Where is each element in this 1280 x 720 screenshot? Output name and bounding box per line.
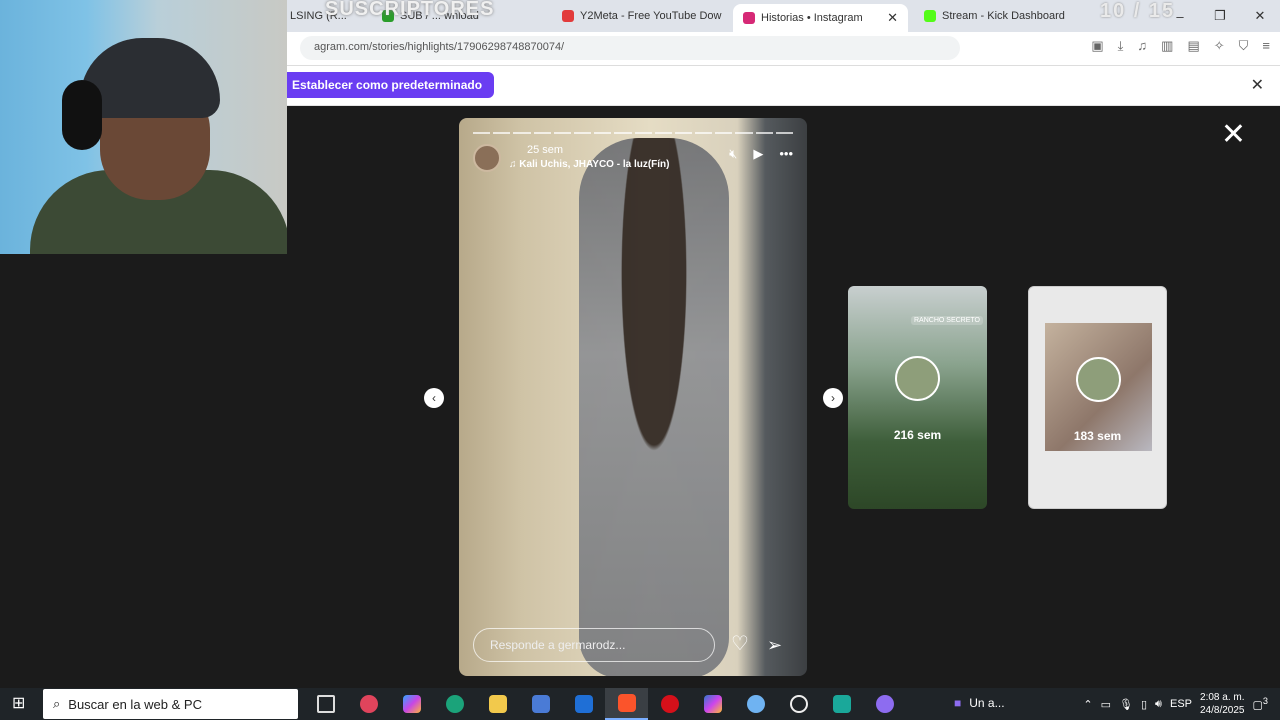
notification-count: 3 — [1262, 696, 1268, 707]
story-timestamp: 25 sem — [527, 144, 564, 156]
file-explorer-icon[interactable] — [476, 688, 519, 720]
close-viewer-icon[interactable]: ✕ — [1221, 120, 1246, 150]
story-header: 25 sem ♫ Kali Uchis, JHAYCO - la luz(Fín… — [473, 144, 793, 174]
network-icon[interactable]: ▯ — [1141, 698, 1147, 711]
tab-instagram-stories[interactable]: Historias • Instagram ✕ — [733, 4, 908, 32]
send-icon[interactable]: ➢ — [767, 635, 782, 656]
reply-input[interactable]: Responde a germarodz... — [473, 628, 715, 662]
copilot-icon[interactable] — [390, 688, 433, 720]
tab-y2meta[interactable]: Y2Meta - Free YouTube Dow — [552, 4, 727, 28]
volume-icon[interactable]: 🔊︎ — [1155, 698, 1162, 711]
app-icon-5[interactable] — [863, 688, 906, 720]
kick-icon — [924, 10, 936, 22]
language-indicator[interactable]: ESP — [1170, 698, 1192, 710]
window-controls: – ❐ ✕ — [1160, 0, 1280, 32]
download-icon[interactable]: ⤓ — [1118, 38, 1124, 54]
weather-text: Un a... — [969, 696, 1005, 710]
notification-icon[interactable]: ▢3 — [1253, 696, 1269, 712]
app-icon-1[interactable] — [347, 688, 390, 720]
windows-taskbar: ⊞ ⌕ Buscar en la web & PC ■ Un a... ⌃ ▭ … — [0, 688, 1280, 720]
clock[interactable]: 2:08 a. m. 24/8/2025 — [1200, 691, 1245, 717]
windows-start-icon[interactable]: ⊞ — [12, 695, 30, 713]
more-options-icon[interactable]: ••• — [779, 146, 793, 162]
avatar — [1076, 357, 1121, 402]
music-title: Kali Uchis, JHAYCO - la luz(Fín) — [519, 159, 670, 170]
download-icon — [562, 10, 574, 22]
app-icon-4[interactable] — [820, 688, 863, 720]
close-window-icon[interactable]: ✕ — [1240, 0, 1280, 32]
music-icon[interactable]: ♫ — [1137, 38, 1147, 54]
headphones-icon — [62, 80, 102, 150]
menu-icon[interactable]: ≡ — [1262, 38, 1270, 54]
music-label: ♫ Kali Uchis, JHAYCO - la luz(Fín) — [509, 159, 670, 170]
outlook-icon[interactable] — [562, 688, 605, 720]
chevron-up-icon[interactable]: ⌃ — [1083, 698, 1092, 711]
mute-icon[interactable]: 🔇︎ — [729, 146, 737, 162]
avatar — [895, 356, 940, 401]
battery-icon[interactable]: ▭ — [1101, 698, 1111, 711]
story-card[interactable]: 25 sem ♫ Kali Uchis, JHAYCO - la luz(Fín… — [459, 118, 807, 676]
close-icon[interactable]: ✕ — [1251, 75, 1264, 95]
set-default-button[interactable]: Establecer como predeterminado — [280, 72, 495, 98]
next-story-button[interactable]: › — [823, 388, 843, 408]
subscribers-overlay: SUSCRIPTORES — [325, 0, 495, 20]
camera-icon: ■ — [954, 696, 962, 710]
story-progress-bar — [473, 132, 793, 134]
brave-icon[interactable] — [605, 688, 648, 720]
next-highlight-preview[interactable]: RANCHO SECRETO 216 sem — [848, 286, 987, 509]
stream-counter-overlay: 10 / 15 — [1100, 0, 1176, 22]
tab-label: Stream - Kick Dashboard — [942, 10, 1065, 22]
like-icon[interactable]: ♡ — [731, 631, 749, 656]
play-icon[interactable]: ▶ — [753, 146, 763, 162]
ai-icon[interactable]: ✧ — [1214, 38, 1225, 54]
url-field[interactable]: agram.com/stories/highlights/17906298748… — [300, 36, 960, 60]
weather-widget[interactable]: ■ Un a... — [954, 696, 1005, 710]
microphone-icon[interactable]: 🎙︎ — [1119, 698, 1133, 711]
tab-label: Y2Meta - Free YouTube Dow — [580, 10, 722, 22]
instagram-icon — [743, 12, 755, 24]
m365-icon[interactable] — [691, 688, 734, 720]
story-photo — [579, 138, 729, 676]
next-highlight-preview-2[interactable]: 183 sem — [1028, 286, 1167, 509]
edge-icon[interactable] — [433, 688, 476, 720]
opera-icon[interactable] — [648, 688, 691, 720]
search-placeholder: Buscar en la web & PC — [68, 696, 202, 712]
screen: LSING (R... SUB / ... wnload Y2Meta - Fr… — [0, 0, 1280, 720]
clock-time: 2:08 a. m. — [1200, 692, 1245, 703]
vpn-icon[interactable]: ⛉ — [1239, 38, 1249, 54]
store-icon[interactable] — [519, 688, 562, 720]
tab-kick-dashboard[interactable]: Stream - Kick Dashboard — [914, 4, 1084, 28]
taskbar-apps — [304, 688, 906, 720]
maximize-icon[interactable]: ❐ — [1200, 0, 1240, 32]
search-icon: ⌕ — [53, 696, 61, 711]
tab-label: Historias • Instagram — [761, 12, 863, 24]
story-controls: 🔇︎ ▶ ••• — [729, 146, 793, 162]
taskbar-search[interactable]: ⌕ Buscar en la web & PC — [43, 689, 298, 719]
close-tab-icon[interactable]: ✕ — [887, 10, 898, 26]
app-icon-3[interactable] — [777, 688, 820, 720]
webcam-overlay — [0, 0, 287, 254]
browser-toolbar: ▣ ⤓ ♫ ▥ ▤ ✧ ⛉ ≡ — [1091, 38, 1270, 54]
sidebar-icon[interactable]: ▥ — [1161, 38, 1173, 54]
previous-story-button[interactable]: ‹ — [424, 388, 444, 408]
preview-timestamp: 183 sem — [1073, 429, 1122, 443]
task-view-icon[interactable] — [304, 688, 347, 720]
preview-tag: RANCHO SECRETO — [911, 316, 983, 325]
system-tray: ⌃ ▭ 🎙︎ ▯ 🔊︎ ESP 2:08 a. m. 24/8/2025 ▢3 — [1083, 688, 1280, 720]
screenshot-icon[interactable]: ▣ — [1091, 38, 1103, 54]
avatar[interactable] — [473, 144, 501, 172]
preview-timestamp: 216 sem — [893, 428, 942, 442]
clock-date: 24/8/2025 — [1200, 705, 1245, 716]
app-icon-2[interactable] — [734, 688, 777, 720]
wallet-icon[interactable]: ▤ — [1187, 38, 1199, 54]
